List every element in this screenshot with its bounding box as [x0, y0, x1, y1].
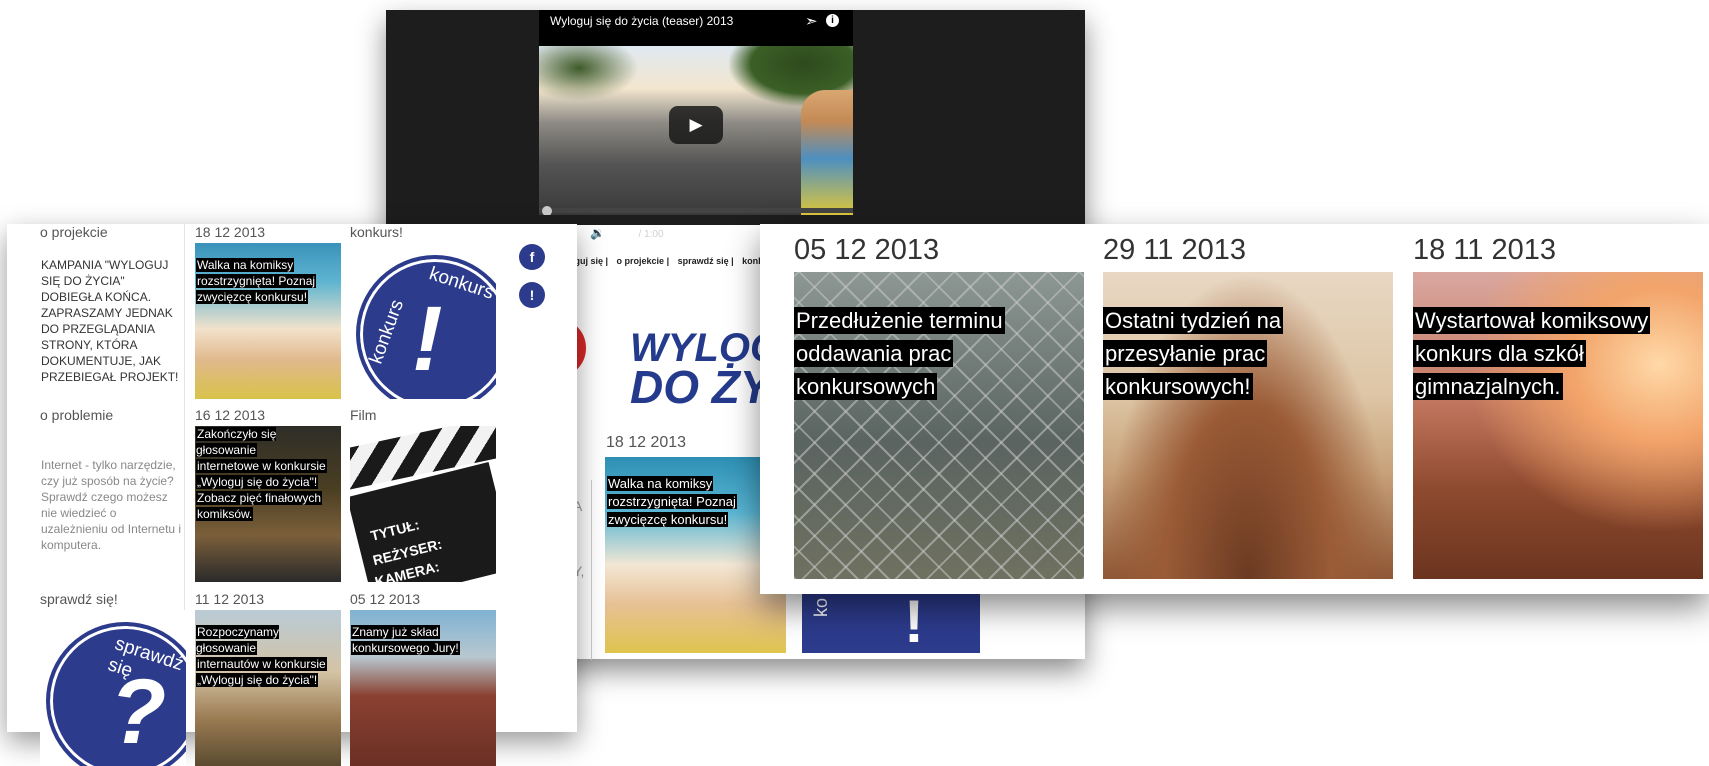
news-date: 05 12 2013 — [794, 234, 940, 266]
caption-line: konkurs dla szkół — [1413, 340, 1586, 367]
video-controls: 🔉 0:00 / 1:00 — [590, 226, 664, 240]
news-date: 29 11 2013 — [1103, 234, 1246, 266]
caption-line: „Wyloguj się do życia"! — [196, 475, 319, 489]
tile-date: 11 12 2013 — [195, 591, 265, 607]
seal-mark: ? — [110, 661, 167, 763]
section-label-o-problemie[interactable]: o problemie — [40, 407, 113, 423]
share-icon[interactable]: ➣ — [805, 12, 818, 30]
video-progress-knob[interactable] — [542, 206, 552, 215]
video-title[interactable]: Wyloguj się do życia (teaser) 2013 — [550, 14, 733, 28]
nav-item-sprawdz[interactable]: sprawdź się | — [678, 256, 734, 266]
grid-panel: o projekcie 18 12 2013 konkurs! KAMPANIA… — [7, 224, 577, 766]
caption-line: Rozpoczynamy głosowanie — [196, 625, 280, 655]
seal-mark: ! — [412, 288, 443, 390]
caption-line: rozstrzygnięta! Poznaj — [196, 274, 317, 288]
video-progress-bar[interactable] — [539, 208, 853, 213]
caption-line: Przedłużenie terminu — [794, 307, 1005, 334]
konkurs-seal-tile[interactable]: ko ! — [802, 593, 980, 653]
caption-line: konkursowych! — [1103, 373, 1253, 400]
tile-caption: Zakończyło się głosowanie internetowe w … — [196, 426, 336, 522]
divider — [591, 480, 592, 660]
news-caption: Przedłużenie terminu oddawania prac konk… — [794, 304, 1005, 403]
caption-line: zwycięzcę konkursu! — [607, 512, 729, 527]
seal-mark: ! — [904, 593, 924, 653]
caption-line: Zobacz pięć finałowych — [196, 491, 323, 505]
video-player[interactable]: Wyloguj się do życia (teaser) 2013 ➣ i ▶ — [539, 10, 853, 215]
video-current-time: 0:00 — [615, 229, 636, 240]
news-tile[interactable]: Zakończyło się głosowanie internetowe w … — [195, 426, 341, 582]
volume-icon[interactable]: 🔉 — [590, 226, 605, 240]
section-label-sprawdz[interactable]: sprawdź się! — [40, 591, 118, 607]
konkurs-small-icon[interactable]: ! — [519, 282, 545, 308]
about-text: KAMPANIA "WYLOGUJ SIĘ DO ŻYCIA" DOBIEGŁA… — [41, 258, 179, 384]
caption-line: Wystartował komiksowy — [1413, 307, 1651, 334]
tile-caption: Walka na komiksy rozstrzygnięta! Poznaj … — [196, 257, 336, 305]
section-label-film[interactable]: Film — [350, 407, 376, 423]
caption-line: zwycięzcę konkursu! — [196, 290, 309, 304]
caption-line: oddawania prac — [794, 340, 954, 367]
video-tree-left — [539, 46, 639, 101]
news-tile[interactable]: Walka na komiksy rozstrzygnięta! Poznaj … — [195, 243, 341, 399]
caption-line: gimnazjalnych. — [1413, 373, 1563, 400]
caption-line: Znamy już skład — [351, 625, 440, 639]
tile-date: 16 12 2013 — [195, 407, 266, 423]
logo-line-2: DO ŻY — [630, 361, 771, 413]
caption-line: Walka na komiksy — [607, 476, 714, 491]
film-clapper-tile[interactable]: TYTUŁ: REŻYSER: KAMERA: — [350, 426, 496, 582]
konkurs-seal-tile[interactable]: konkurs konkurs ! — [350, 243, 496, 399]
news-date: 18 12 2013 — [606, 434, 687, 451]
problem-text: Internet - tylko narzędzie, czy już spos… — [41, 458, 182, 552]
caption-line: internautów w konkursie — [196, 657, 327, 671]
facebook-icon[interactable]: f — [519, 244, 545, 270]
news-tile[interactable]: Znamy już skład konkursowego Jury! — [350, 610, 496, 766]
news-tile-caption: Walka na komiksy rozstrzygnięta! Poznaj … — [607, 475, 737, 529]
caption-line: rozstrzygnięta! Poznaj — [607, 494, 737, 509]
section-label-konkurs[interactable]: konkurs! — [350, 224, 403, 240]
sprawdz-seal-tile[interactable]: sprawdź się ? — [40, 610, 186, 766]
caption-line: „Wyloguj się do życia"! — [196, 673, 319, 687]
news-tile[interactable]: Walka na komiksy rozstrzygnięta! Poznaj … — [605, 457, 786, 653]
caption-line: konkursowego Jury! — [351, 641, 460, 655]
news-tile[interactable]: Rozpoczynamy głosowanie internautów w ko… — [195, 610, 341, 766]
caption-line: internetowe w konkursie — [196, 459, 327, 473]
video-girl — [801, 90, 853, 215]
news-image[interactable]: Przedłużenie terminu oddawania prac konk… — [794, 272, 1084, 579]
tile-caption: Rozpoczynamy głosowanie internautów w ko… — [196, 624, 336, 688]
tile-caption: Znamy już skład konkursowego Jury! — [351, 624, 491, 656]
tile-date: 05 12 2013 — [350, 591, 421, 607]
news-image[interactable]: Ostatni tydzień na przesyłanie prac konk… — [1103, 272, 1393, 579]
tile-date: 18 12 2013 — [195, 224, 266, 240]
seal-text: ko — [811, 597, 832, 618]
caption-line: Walka na komiksy — [196, 258, 295, 272]
video-duration: / 1:00 — [638, 229, 664, 240]
nav-item-o-projekcie[interactable]: o projekcie | — [617, 256, 670, 266]
news-caption: Ostatni tydzień na przesyłanie prac konk… — [1103, 304, 1284, 403]
news-panel: 05 12 2013 Przedłużenie terminu oddawani… — [760, 224, 1709, 594]
caption-line: Ostatni tydzień na — [1103, 307, 1284, 334]
caption-line: przesyłanie prac — [1103, 340, 1268, 367]
news-caption: Wystartował komiksowy konkurs dla szkół … — [1413, 304, 1651, 403]
section-label-o-projekcie[interactable]: o projekcie — [40, 224, 108, 240]
news-image[interactable]: Wystartował komiksowy konkurs dla szkół … — [1413, 272, 1703, 579]
site-nav: oguj się | o projekcie | sprawdź się | k… — [569, 256, 769, 266]
info-icon[interactable]: i — [826, 14, 839, 27]
caption-line: konkursowych — [794, 373, 938, 400]
news-date: 18 11 2013 — [1413, 234, 1556, 266]
play-button[interactable]: ▶ — [669, 106, 723, 144]
caption-line: Zakończyło się głosowanie — [196, 427, 277, 457]
caption-line: komiksów. — [196, 507, 254, 521]
